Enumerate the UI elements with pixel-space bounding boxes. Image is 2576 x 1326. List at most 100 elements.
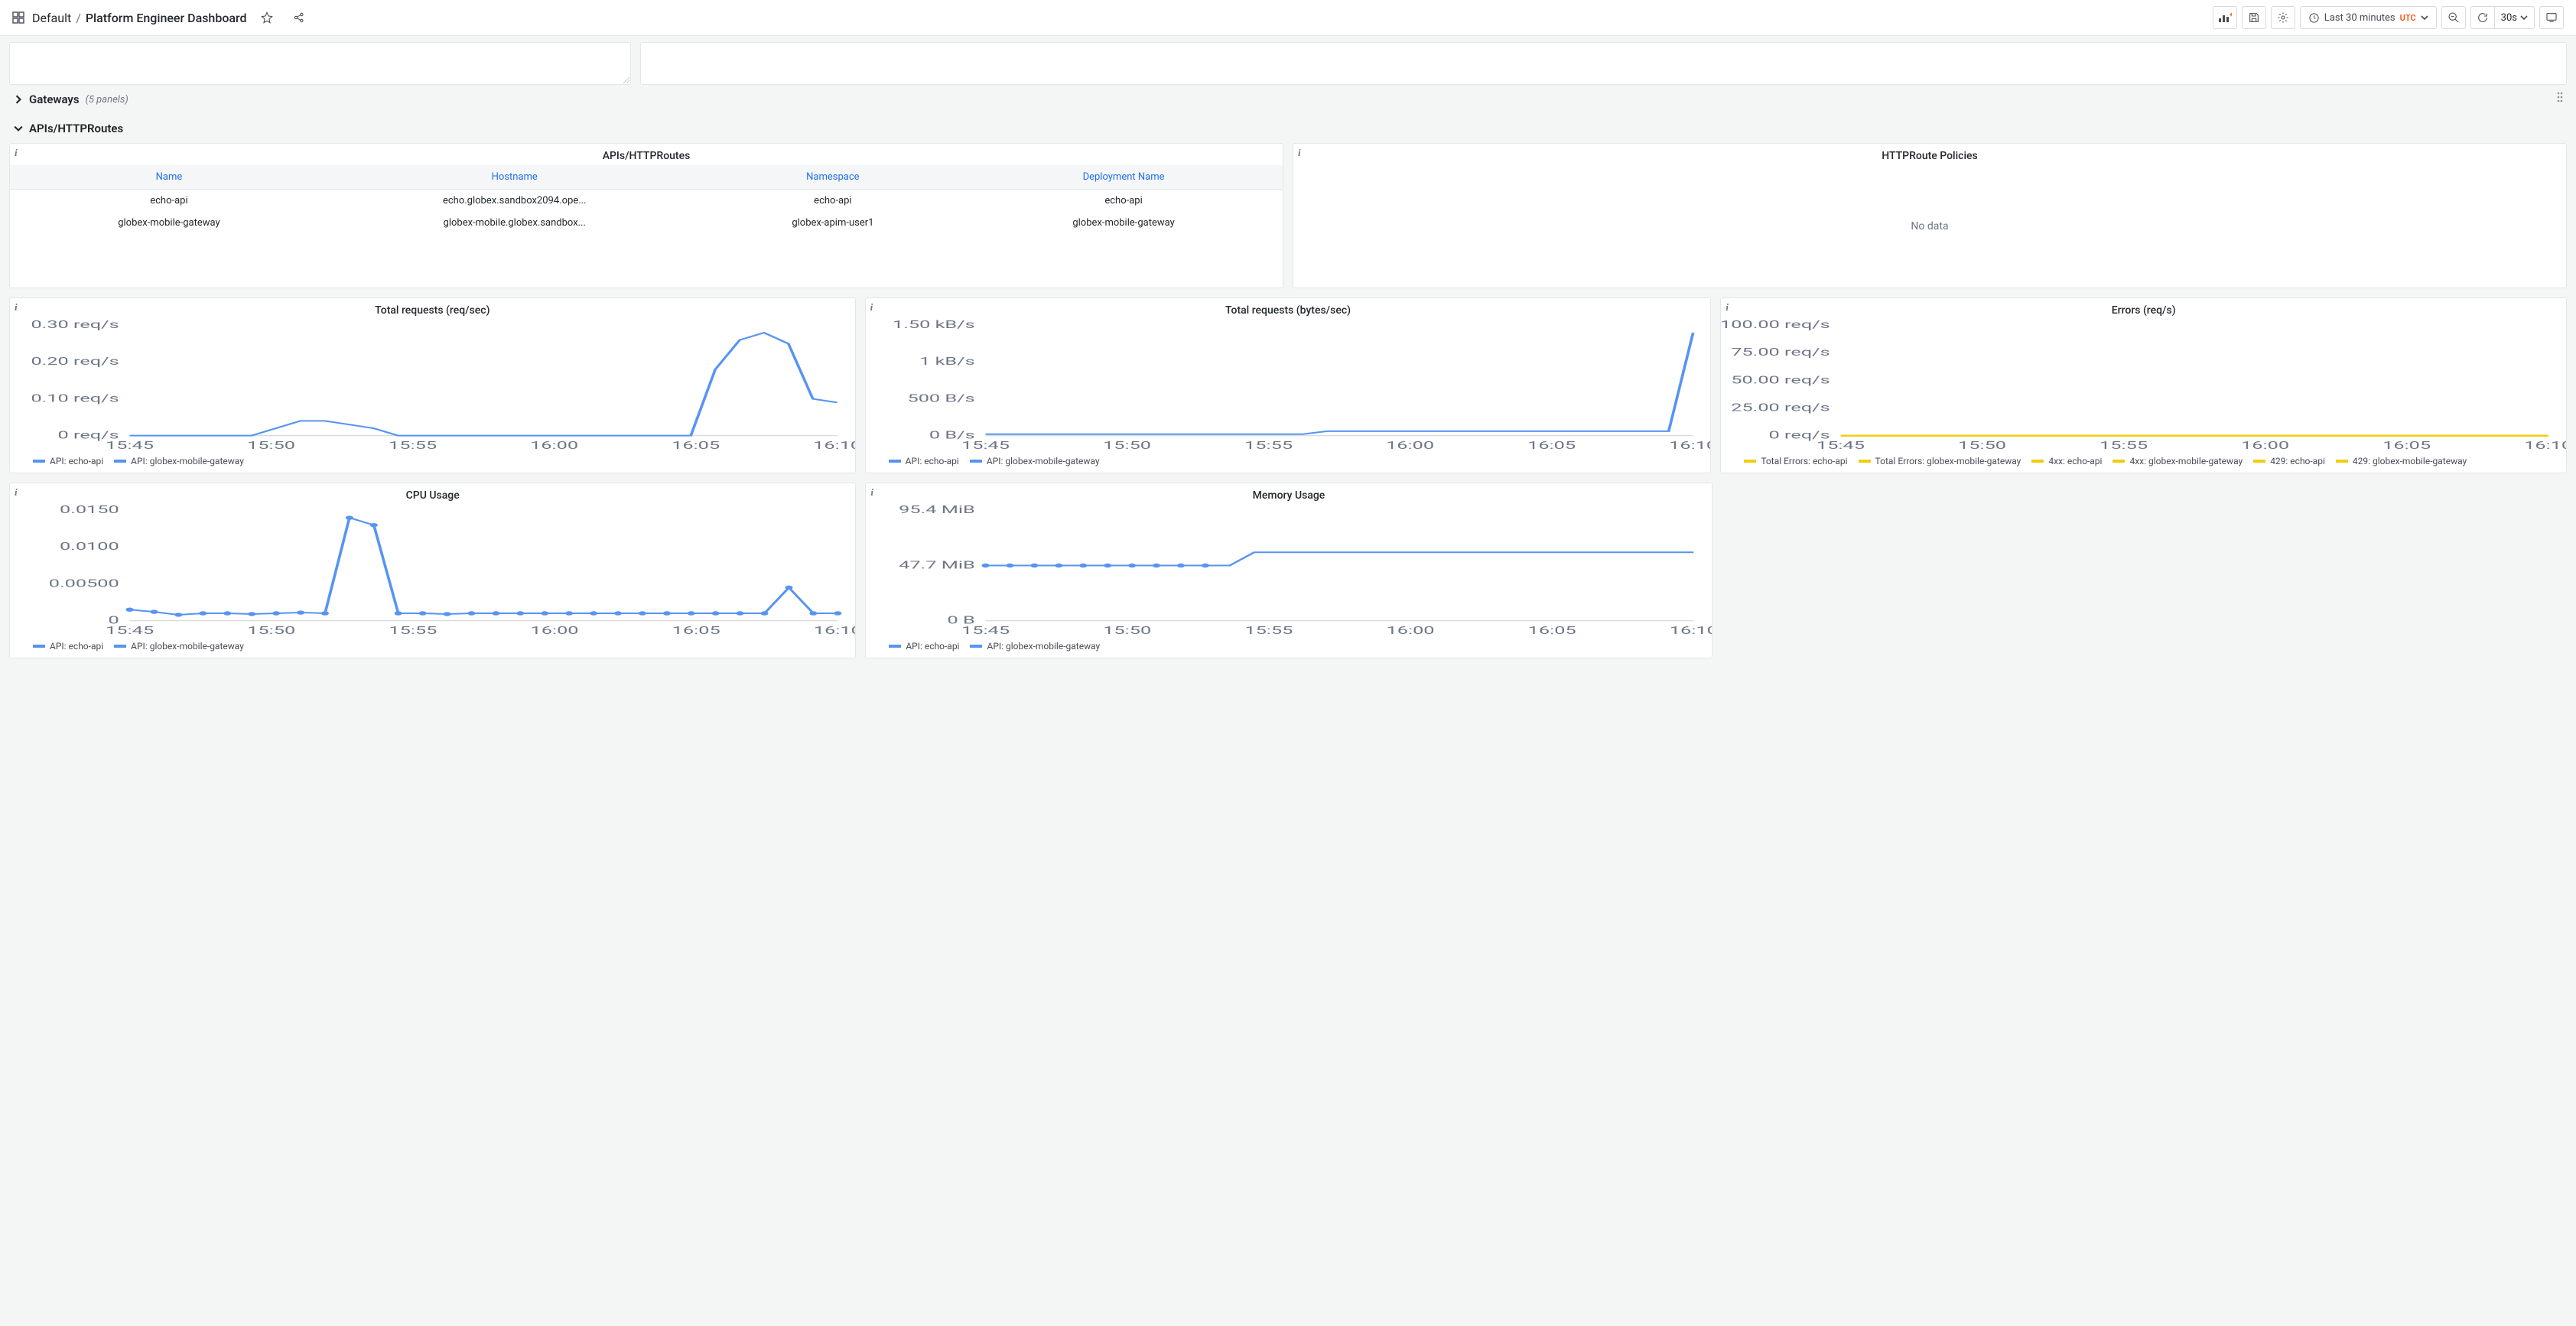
legend: API: echo-api API: globex-mobile-gateway bbox=[10, 638, 855, 658]
legend-item[interactable]: API: echo-api bbox=[33, 456, 103, 466]
legend: API: echo-api API: globex-mobile-gateway bbox=[866, 453, 1711, 473]
panel-apis-table: i APIs/HTTPRoutes NameHostnameNamespaceD… bbox=[9, 143, 1283, 288]
table-cell: echo-api bbox=[964, 190, 1283, 213]
row-apis[interactable]: APIs/HTTPRoutes bbox=[9, 114, 2567, 143]
info-icon[interactable]: i bbox=[870, 486, 873, 499]
page-title[interactable]: Platform Engineer Dashboard bbox=[86, 11, 247, 25]
table-row[interactable]: echo-apiecho.globex.sandbox2094.ope...ec… bbox=[10, 190, 1283, 213]
legend-item[interactable]: API: globex-mobile-gateway bbox=[114, 456, 244, 466]
legend-swatch bbox=[970, 460, 982, 463]
table-row[interactable]: globex-mobile-gatewayglobex-mobile.globe… bbox=[10, 212, 1283, 234]
refresh-icon[interactable] bbox=[2470, 6, 2495, 29]
tv-mode-icon[interactable] bbox=[2539, 6, 2564, 29]
table-cell: globex-mobile.globex.sandbox... bbox=[328, 212, 701, 234]
toolbar: + Last 30 minutes UTC 30s bbox=[2213, 6, 2564, 29]
row-meta: (5 panels) bbox=[86, 94, 128, 106]
svg-text:15:50: 15:50 bbox=[247, 439, 295, 451]
row-gateways[interactable]: Gateways (5 panels) bbox=[9, 85, 2567, 114]
chevron-down-icon bbox=[2421, 14, 2428, 21]
svg-text:15:50: 15:50 bbox=[247, 624, 295, 636]
drag-handle-icon[interactable] bbox=[2556, 91, 2564, 106]
svg-text:15:45: 15:45 bbox=[1817, 439, 1865, 451]
legend-item[interactable]: 4xx: echo-api bbox=[2031, 456, 2102, 466]
info-icon[interactable]: i bbox=[15, 486, 18, 499]
panel-title: APIs/HTTPRoutes bbox=[10, 144, 1283, 165]
info-icon[interactable]: i bbox=[870, 301, 873, 314]
table-header[interactable]: Deployment Name bbox=[964, 165, 1283, 190]
chart-plot[interactable]: 0 req/s0.10 req/s0.20 req/s0.30 req/s15:… bbox=[10, 320, 855, 453]
dashboards-icon[interactable] bbox=[12, 11, 24, 24]
star-icon[interactable] bbox=[255, 6, 279, 29]
table-cell: globex-apim-user1 bbox=[701, 212, 965, 234]
chart-plot[interactable]: 0 B/s500 B/s1 kB/s1.50 kB/s15:4515:5015:… bbox=[866, 320, 1711, 453]
svg-text:16:05: 16:05 bbox=[1527, 439, 1576, 451]
zoom-out-icon[interactable] bbox=[2441, 6, 2466, 29]
legend-swatch bbox=[2336, 460, 2348, 463]
legend: API: echo-api API: globex-mobile-gateway bbox=[10, 453, 855, 473]
table-cell: globex-mobile-gateway bbox=[10, 212, 328, 234]
legend-item[interactable]: API: globex-mobile-gateway bbox=[114, 641, 244, 652]
legend-item[interactable]: 429: globex-mobile-gateway bbox=[2336, 456, 2467, 466]
legend-label: 4xx: globex-mobile-gateway bbox=[2129, 456, 2243, 466]
svg-text:25.00 req/s: 25.00 req/s bbox=[1732, 401, 1830, 414]
legend-item[interactable]: API: echo-api bbox=[889, 456, 959, 466]
legend-item[interactable]: 429: echo-api bbox=[2253, 456, 2325, 466]
svg-text:16:05: 16:05 bbox=[672, 439, 720, 451]
svg-text:16:10: 16:10 bbox=[1670, 624, 1712, 636]
settings-icon[interactable] bbox=[2271, 6, 2295, 29]
legend-item[interactable]: API: globex-mobile-gateway bbox=[970, 641, 1100, 652]
svg-text:15:45: 15:45 bbox=[106, 439, 154, 451]
panel-title: Total requests (bytes/sec) bbox=[866, 298, 1711, 320]
svg-text:+: + bbox=[2230, 12, 2232, 18]
legend-item[interactable]: API: echo-api bbox=[889, 641, 959, 652]
empty-panel[interactable] bbox=[9, 42, 631, 85]
breadcrumb-root[interactable]: Default bbox=[32, 11, 71, 25]
svg-text:15:50: 15:50 bbox=[1104, 624, 1152, 636]
table-cell: echo-api bbox=[10, 190, 328, 213]
info-icon[interactable]: i bbox=[1298, 147, 1301, 159]
legend-label: Total Errors: echo-api bbox=[1761, 456, 1847, 466]
panel-title: Errors (req/s) bbox=[1721, 298, 2566, 320]
panel-title: Memory Usage bbox=[866, 483, 1711, 505]
legend-item[interactable]: 4xx: globex-mobile-gateway bbox=[2113, 456, 2243, 466]
panel-cpu: iCPU Usage00.005000.01000.015015:4515:50… bbox=[9, 483, 856, 658]
topbar: Default / Platform Engineer Dashboard + … bbox=[0, 0, 2576, 36]
svg-text:16:00: 16:00 bbox=[2241, 439, 2289, 451]
legend-label: API: globex-mobile-gateway bbox=[987, 456, 1100, 466]
chart-plot[interactable]: 0 req/s25.00 req/s50.00 req/s75.00 req/s… bbox=[1721, 320, 2566, 453]
svg-text:0.00500: 0.00500 bbox=[49, 577, 119, 590]
legend-item[interactable]: Total Errors: globex-mobile-gateway bbox=[1859, 456, 2021, 466]
svg-text:15:50: 15:50 bbox=[1958, 439, 2006, 451]
legend-swatch bbox=[114, 645, 126, 648]
panel-bytes_sec: iTotal requests (bytes/sec)0 B/s500 B/s1… bbox=[865, 297, 1712, 473]
refresh-interval-picker[interactable]: 30s bbox=[2495, 6, 2535, 29]
panel-title: Total requests (req/sec) bbox=[10, 298, 855, 320]
legend-label: Total Errors: globex-mobile-gateway bbox=[1875, 456, 2021, 466]
resize-handle-icon[interactable] bbox=[623, 76, 630, 84]
add-panel-icon[interactable]: + bbox=[2213, 6, 2237, 29]
table-header[interactable]: Namespace bbox=[701, 165, 965, 190]
legend-item[interactable]: Total Errors: echo-api bbox=[1744, 456, 1847, 466]
chart-plot[interactable]: 0 B47.7 MiB95.4 MiB15:4515:5015:5516:001… bbox=[866, 505, 1711, 638]
legend-item[interactable]: API: globex-mobile-gateway bbox=[970, 456, 1100, 466]
table-header[interactable]: Hostname bbox=[328, 165, 701, 190]
legend-label: API: globex-mobile-gateway bbox=[131, 456, 244, 466]
legend-swatch bbox=[33, 460, 45, 463]
share-icon[interactable] bbox=[287, 6, 311, 29]
info-icon[interactable]: i bbox=[15, 301, 18, 314]
info-icon[interactable]: i bbox=[1725, 301, 1729, 314]
empty-panel[interactable] bbox=[640, 42, 2567, 85]
svg-text:15:55: 15:55 bbox=[1245, 624, 1293, 636]
time-picker[interactable]: Last 30 minutes UTC bbox=[2300, 6, 2437, 29]
legend-swatch bbox=[2253, 460, 2265, 463]
legend-swatch bbox=[1859, 460, 1871, 463]
info-icon[interactable]: i bbox=[15, 147, 18, 159]
table-header[interactable]: Name bbox=[10, 165, 328, 190]
legend-label: API: globex-mobile-gateway bbox=[131, 641, 244, 652]
panel-mem: iMemory Usage0 B47.7 MiB95.4 MiB15:4515:… bbox=[865, 483, 1712, 658]
save-icon[interactable] bbox=[2242, 6, 2266, 29]
legend-item[interactable]: API: echo-api bbox=[33, 641, 103, 652]
svg-text:47.7 MiB: 47.7 MiB bbox=[899, 559, 975, 571]
svg-text:16:00: 16:00 bbox=[530, 624, 578, 636]
chart-plot[interactable]: 00.005000.01000.015015:4515:5015:5516:00… bbox=[10, 505, 855, 638]
